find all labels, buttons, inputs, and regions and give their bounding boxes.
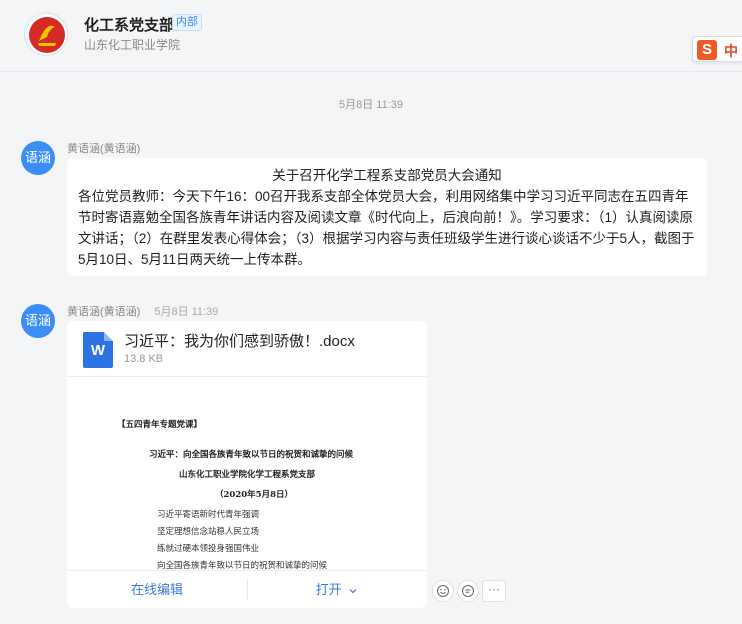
- comment-icon: [462, 585, 474, 597]
- message-time: 5月8日 11:39: [154, 306, 219, 318]
- file-size: 13.8 KB: [124, 353, 164, 365]
- sender-name-text: 黄语涵(黄语涵): [67, 306, 141, 318]
- chevron-down-icon: [349, 588, 357, 593]
- sender-avatar[interactable]: 语涵: [21, 304, 55, 338]
- sender-name: 黄语涵(黄语涵): [67, 140, 140, 156]
- message-timestamp: 5月8日 11:39: [338, 99, 403, 111]
- message-title: 关于召开化学工程系支部党员大会通知: [272, 168, 502, 183]
- internal-badge: 内部: [172, 14, 202, 31]
- smile-icon: [437, 585, 449, 597]
- ime-toolbar[interactable]: S 中: [692, 36, 742, 62]
- preview-line: 习近平寄语新时代青年强调: [157, 510, 260, 520]
- preview-line: 坚定理想信念站稳人民立场: [157, 527, 260, 537]
- open-button[interactable]: 打开: [247, 572, 427, 608]
- open-button-label: 打开: [315, 582, 342, 597]
- sender-name-text: 黄语涵(黄语涵): [67, 143, 141, 155]
- party-emblem-icon: [25, 13, 67, 55]
- sogou-logo-icon: S: [697, 40, 717, 60]
- preview-tag: 【五四青年专题党课】: [117, 420, 203, 430]
- preview-line: 练就过硬本领投身强国伟业: [157, 544, 260, 554]
- file-header[interactable]: W 习近平：我为你们感到骄傲！.docx 13.8 KB: [67, 321, 427, 377]
- text-message-bubble[interactable]: 关于召开化学工程系支部党员大会通知 各位党员教师：今天下午16：00召开我系支部…: [67, 158, 707, 276]
- file-name[interactable]: 习近平：我为你们感到骄傲！.docx: [124, 330, 355, 351]
- preview-title: 习近平：向全国各族青年致以节日的祝贺和诚挚的问候: [149, 450, 354, 460]
- more-icon[interactable]: ···: [482, 580, 506, 602]
- sender-name: 黄语涵(黄语涵) 5月8日 11:39: [67, 303, 218, 319]
- sender-avatar[interactable]: 语涵: [21, 141, 55, 175]
- ime-mode-label: 中: [724, 43, 738, 59]
- file-actions: 在线编辑 打开: [67, 572, 427, 608]
- online-edit-button[interactable]: 在线编辑: [67, 572, 247, 608]
- file-message-card[interactable]: W 习近平：我为你们感到骄傲！.docx 13.8 KB 【五四青年专题党课】 …: [67, 321, 427, 608]
- reply-icon[interactable]: [457, 580, 479, 602]
- preview-org: 山东化工职业学院化学工程系党支部: [179, 470, 316, 480]
- word-doc-icon: W: [83, 332, 113, 368]
- group-avatar[interactable]: [24, 12, 68, 56]
- group-name: 化工系党支部: [84, 17, 175, 34]
- document-preview[interactable]: 【五四青年专题党课】 习近平：向全国各族青年致以节日的祝贺和诚挚的问候 山东化工…: [67, 378, 427, 571]
- preview-line: 向全国各族青年致以节日的祝贺和诚挚的问候: [157, 561, 328, 571]
- emoji-icon[interactable]: [432, 580, 454, 602]
- message-body: 各位党员教师：今天下午16：00召开我系支部全体党员大会，利用网络集中学习习近平…: [78, 189, 695, 267]
- chat-header: 化工系党支部 内部 山东化工职业学院 S 中: [0, 0, 742, 72]
- preview-date: （2020年5月8日）: [215, 490, 293, 500]
- org-name: 山东化工职业学院: [84, 38, 181, 52]
